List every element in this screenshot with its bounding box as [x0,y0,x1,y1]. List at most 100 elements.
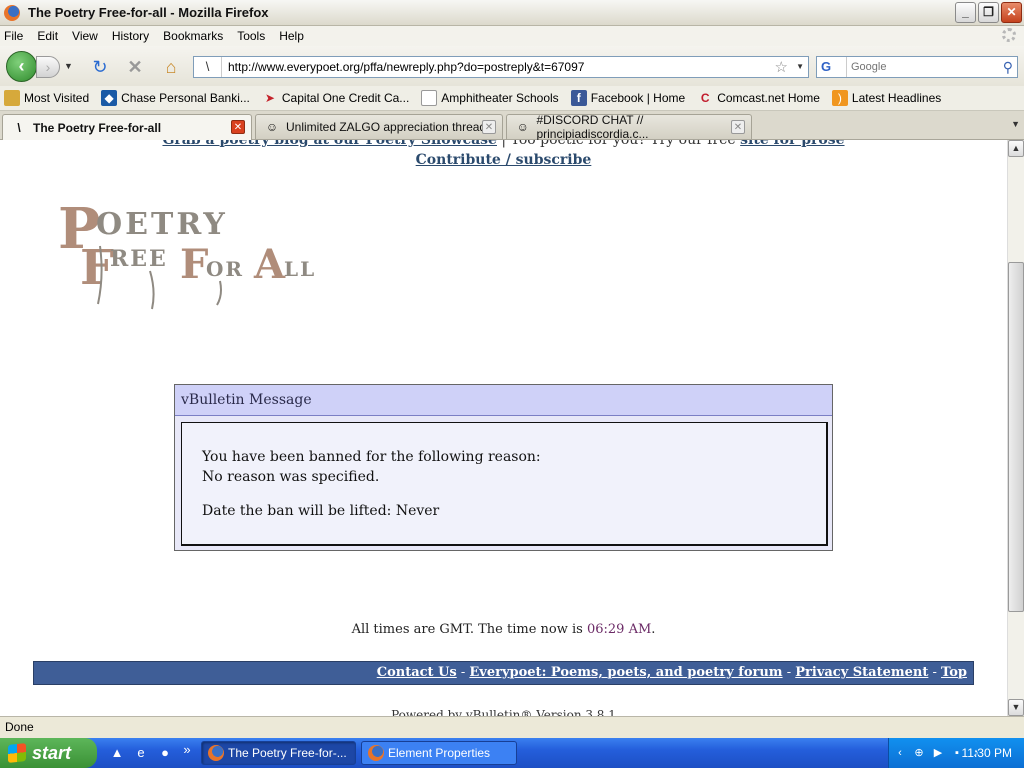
windows-logo-icon [8,743,26,763]
menu-file[interactable]: File [4,29,23,43]
url-text[interactable]: http://www.everypoet.org/pffa/newreply.p… [228,60,584,74]
facebook-icon: f [570,90,587,106]
search-bar[interactable]: G ⚲ [816,56,1018,78]
bookmark-chase[interactable]: ◆ Chase Personal Banki... [101,90,250,106]
svg-text:REE: REE [110,246,168,272]
footer-bar: Contact Us - Everypoet: Poems, poets, an… [33,661,974,685]
tab-poetry-free-for-all[interactable]: \ The Poetry Free-for-all ✕ [2,114,252,140]
contact-us-link[interactable]: Contact Us [377,665,457,680]
privacy-statement-link[interactable]: Privacy Statement [795,665,928,680]
tab-label: Unlimited ZALGO appreciation thread! [286,120,490,134]
svg-text:OR: OR [206,257,244,281]
server-time: All times are GMT. The time now is 06:29… [351,622,656,637]
tab-close-icon[interactable]: ✕ [731,120,745,134]
stop-button[interactable]: ✕ [125,57,145,77]
bookmark-capital-one[interactable]: ➤ Capital One Credit Ca... [262,90,409,106]
logo-graphic: P OETRY F REE F OR A LL [58,196,316,310]
history-dropdown-icon[interactable]: ▼ [64,61,73,71]
menu-edit[interactable]: Edit [37,29,58,43]
quicklaunch-ie-icon[interactable]: e [132,744,150,762]
navigation-toolbar: ‹ › ▼ ↻ ✕ ⌂ \ http://www.everypoet.org/p… [0,46,1024,86]
menu-bar: File Edit View History Bookmarks Tools H… [0,26,1024,46]
tab-zalgo-thread[interactable]: ☺ Unlimited ZALGO appreciation thread! ✕ [255,114,503,139]
menu-help[interactable]: Help [279,29,304,43]
svg-text:F: F [80,240,114,296]
back-button[interactable]: ‹ [6,51,37,82]
bookmarks-toolbar: Most Visited ◆ Chase Personal Banki... ➤ C… [0,86,1024,111]
forum-favicon-icon: ☺ [516,120,529,134]
window-titlebar: The Poetry Free-for-all - Mozilla Firefo… [0,0,1024,26]
menu-view[interactable]: View [72,29,98,43]
tab-close-icon[interactable]: ✕ [231,120,245,134]
powered-by: Powered by vBulletin® Version 3.8.1 [391,708,616,716]
chase-icon: ◆ [101,90,118,106]
tab-bar: \ The Poetry Free-for-all ✕ ☺ Unlimited … [0,111,1024,141]
prose-site-link[interactable]: site for prose [740,140,844,148]
forum-home-link[interactable]: Everypoet: Poems, poets, and poetry foru… [469,665,782,680]
quicklaunch-app-icon[interactable]: ▲ [108,744,126,762]
window-title: The Poetry Free-for-all - Mozilla Firefo… [28,5,269,20]
page-content: Grab a poetry blog at our Poetry Showcas… [0,140,1007,716]
ban-reason: No reason was specified. [202,469,380,485]
throbber-icon [1002,28,1016,42]
reload-button[interactable]: ↻ [90,57,110,77]
bookmark-most-visited[interactable]: Most Visited [4,90,89,106]
start-button[interactable]: start [0,738,97,768]
top-links: Grab a poetry blog at our Poetry Showcas… [0,140,1007,170]
quicklaunch-firefox-icon[interactable]: ● [156,744,174,762]
menu-tools[interactable]: Tools [237,29,265,43]
tray-globe-icon[interactable]: ⊕ [911,745,927,761]
top-link[interactable]: Top [941,665,967,680]
tab-list-dropdown-icon[interactable]: ▼ [1011,119,1020,129]
contribute-link[interactable]: Contribute / subscribe [416,152,592,168]
menu-history[interactable]: History [112,29,149,43]
ban-lift-date: Date the ban will be lifted: Never [202,503,440,519]
maximize-button[interactable]: ❐ [978,2,999,23]
address-bar[interactable]: \ http://www.everypoet.org/pffa/newreply… [193,56,809,78]
bookmark-latest-headlines[interactable]: ) Latest Headlines [831,90,941,106]
tray-media-icon[interactable]: ▶ [930,745,946,761]
search-engine-icon[interactable]: G [817,57,847,77]
rss-icon: ) [831,90,848,106]
menu-bookmarks[interactable]: Bookmarks [163,29,223,43]
firefox-icon [208,745,224,761]
vertical-scrollbar[interactable]: ▲ ▼ [1007,140,1024,716]
tab-label: #DISCORD CHAT // principiadiscordia.c... [536,113,649,141]
taskbar-item-firefox[interactable]: The Poetry Free-for-... [201,741,356,765]
forward-button[interactable]: › [36,56,60,78]
search-go-icon[interactable]: ⚲ [1003,59,1013,76]
bookmark-amphitheater[interactable]: Amphitheater Schools [421,90,559,106]
site-favicon-icon: \ [17,120,21,135]
site-logo[interactable]: P OETRY F REE F OR A LL [40,186,330,311]
svg-text:LL: LL [284,257,316,281]
scroll-down-icon[interactable]: ▼ [1008,699,1024,716]
tab-discord-chat[interactable]: ☺ #DISCORD CHAT // principiadiscordia.c.… [506,113,752,141]
tab-close-icon[interactable]: ✕ [482,120,496,134]
current-time: 06:29 AM [586,622,652,637]
home-button[interactable]: ⌂ [161,57,181,77]
comcast-icon: C [700,91,710,105]
svg-text:OETRY: OETRY [96,207,228,242]
bookmark-comcast[interactable]: C Comcast.net Home [697,90,820,106]
taskbar-item-element-properties[interactable]: Element Properties [361,741,517,765]
firefox-icon [368,745,384,761]
capital-one-icon: ➤ [264,91,275,105]
close-button[interactable]: ✕ [1001,2,1022,23]
site-identity-icon[interactable]: \ [194,57,222,77]
message-header: vBulletin Message [175,385,832,416]
taskbar-clock[interactable]: 11:30 PM [962,738,1012,768]
search-input[interactable] [851,61,991,73]
svg-text:A: A [253,241,286,288]
status-bar: Done [0,716,1024,738]
ban-reason-intro: You have been banned for the following r… [202,449,541,465]
window-controls: _ ❐ ✕ [955,2,1022,23]
minimize-button[interactable]: _ [955,2,976,23]
bookmark-facebook[interactable]: f Facebook | Home [570,90,685,106]
tray-expand-icon[interactable]: ‹ [892,745,908,761]
scroll-up-icon[interactable]: ▲ [1008,140,1024,157]
url-dropdown-icon[interactable]: ▼ [796,62,804,71]
poetry-showcase-link[interactable]: Grab a poetry blog at our Poetry Showcas… [162,140,497,148]
bookmark-star-icon[interactable]: ☆ [775,58,788,76]
scroll-thumb[interactable] [1008,262,1024,612]
quicklaunch-more-icon[interactable]: » [178,741,196,759]
